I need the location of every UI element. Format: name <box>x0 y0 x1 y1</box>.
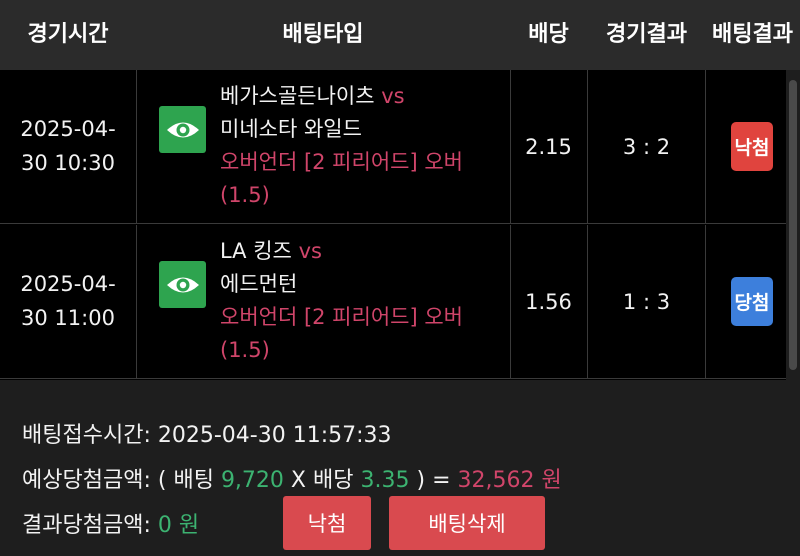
expected-payout-label: 예상당첨금액: <box>22 468 151 493</box>
view-bet-button[interactable] <box>159 106 206 153</box>
bet-result-badge: 낙첨 <box>731 122 773 171</box>
result-payout-label: 결과당첨금액: <box>22 513 151 538</box>
accept-time-value: 2025-04-30 11:57:33 <box>157 423 392 448</box>
table-header: 경기시간 배팅타입 배당 경기결과 배팅결과 <box>0 0 800 70</box>
bet-details: LA 킹즈 vs 에드먼턴 오버언더 [2 피리어드] 오버 (1.5) <box>220 235 505 367</box>
expected-payout-line: 예상당첨금액: ( 배팅 9,720 X 배당 3.35 ) = 32,562 … <box>22 462 562 494</box>
scrollbar-thumb[interactable] <box>789 80 797 370</box>
odds-value: 2.15 <box>525 135 572 159</box>
column-divider <box>705 70 706 223</box>
market-value: (1.5) <box>220 183 270 207</box>
vs-label: vs <box>381 84 405 108</box>
market-name: 오버언더 [2 피리어드] 오버 <box>220 150 463 174</box>
header-game-result: 경기결과 <box>606 22 687 47</box>
total-odds-value: 3.35 <box>360 468 410 493</box>
expected-payout-currency: 원 <box>541 468 562 493</box>
game-time: 2025-04- 30 11:00 <box>0 267 136 335</box>
total-odds-label: 배당 <box>313 468 354 493</box>
bet-table: 2025-04- 30 10:30 베가스골든나이츠 vs 미네소타 와일드 오… <box>0 70 786 380</box>
market-value: (1.5) <box>220 338 270 362</box>
table-row: 2025-04- 30 11:00 LA 킹즈 vs 에드먼턴 오버언더 [2 … <box>0 225 786 379</box>
lose-status-button[interactable]: 낙첨 <box>283 496 371 550</box>
game-date: 2025-04- <box>20 117 116 141</box>
market-name: 오버언더 [2 피리어드] 오버 <box>220 305 463 329</box>
header-time: 경기시간 <box>27 22 109 47</box>
delete-bet-button[interactable]: 배팅삭제 <box>389 496 545 550</box>
vs-label: vs <box>298 239 322 263</box>
game-score: 3 : 2 <box>622 135 671 159</box>
accept-time-label: 배팅접수시간: <box>22 423 151 448</box>
scrollbar[interactable] <box>786 70 800 380</box>
accept-time-line: 배팅접수시간: 2025-04-30 11:57:33 <box>22 417 392 449</box>
header-odds: 배당 <box>528 22 569 47</box>
bet-details: 베가스골든나이츠 vs 미네소타 와일드 오버언더 [2 피리어드] 오버 (1… <box>220 80 505 212</box>
game-clock: 30 10:30 <box>21 151 115 175</box>
away-team: 미네소타 와일드 <box>220 117 362 141</box>
open-paren: ( <box>157 468 167 493</box>
home-team: LA 킹즈 <box>220 239 292 263</box>
equals-sign: = <box>432 468 451 493</box>
away-team: 에드먼턴 <box>220 272 298 296</box>
bet-result-badge: 당첨 <box>731 277 773 326</box>
home-team: 베가스골든나이츠 <box>220 84 375 108</box>
game-clock: 30 11:00 <box>21 306 115 330</box>
column-divider <box>705 225 706 378</box>
bet-summary: 배팅접수시간: 2025-04-30 11:57:33 예상당첨금액: ( 배팅… <box>0 380 800 556</box>
bet-amount-value: 9,720 <box>220 468 284 493</box>
multiply-sign: X <box>290 468 306 493</box>
result-payout-line: 결과당첨금액: 0 원 <box>22 507 199 539</box>
header-bet-type: 배팅타입 <box>282 22 364 47</box>
table-row: 2025-04- 30 10:30 베가스골든나이츠 vs 미네소타 와일드 오… <box>0 70 786 224</box>
header-bet-result: 배팅결과 <box>712 22 793 47</box>
game-score: 1 : 3 <box>622 290 671 314</box>
close-paren: ) <box>416 468 426 493</box>
result-payout-currency: 원 <box>178 513 200 538</box>
eye-icon <box>166 277 199 292</box>
odds-value: 1.56 <box>525 290 572 314</box>
expected-payout-value: 32,562 <box>457 468 535 493</box>
eye-icon <box>166 122 199 137</box>
bet-amount-label: 배팅 <box>173 468 214 493</box>
column-divider <box>136 225 137 378</box>
game-date: 2025-04- <box>20 272 116 296</box>
result-payout-value: 0 <box>157 513 172 538</box>
column-divider <box>136 70 137 223</box>
view-bet-button[interactable] <box>159 261 206 308</box>
game-time: 2025-04- 30 10:30 <box>0 112 136 180</box>
